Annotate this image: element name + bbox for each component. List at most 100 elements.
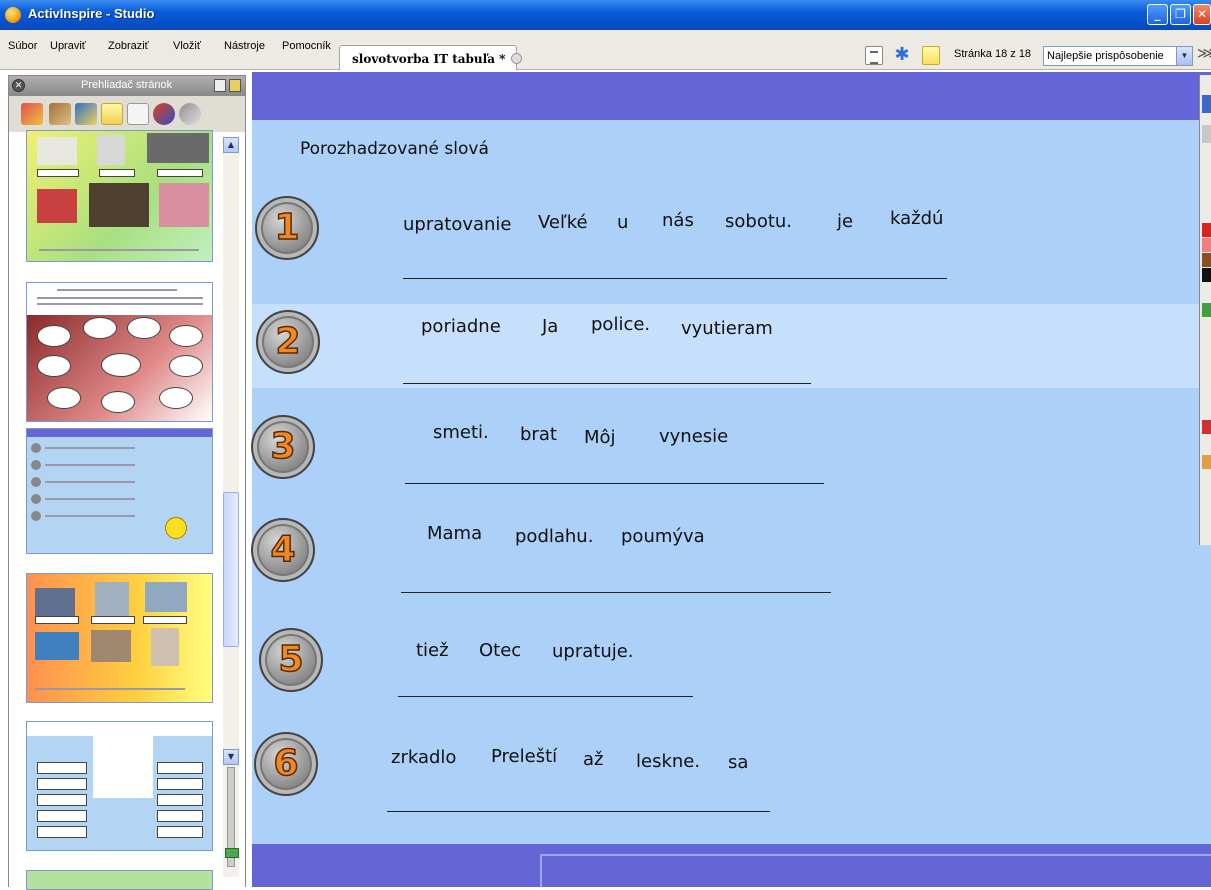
word-tile[interactable]: poriadne <box>421 316 501 337</box>
page-browser-tab-icon[interactable] <box>21 103 43 125</box>
menu-nastroje[interactable]: Nástroje <box>224 40 265 52</box>
thumbnail-zoom-slider[interactable] <box>225 767 239 867</box>
collapse-toolbar-icon[interactable]: ⋙ <box>1197 44 1211 62</box>
notebook-tab-icon[interactable] <box>75 103 97 125</box>
notes-browser-tab-icon[interactable] <box>101 103 123 125</box>
page-thumbnail[interactable] <box>26 282 213 422</box>
answer-line[interactable] <box>405 483 824 484</box>
number-badge[interactable]: 4 <box>251 518 315 582</box>
toolbar-tool-icon[interactable] <box>1202 125 1211 143</box>
snowflake-icon[interactable]: ✱ <box>893 46 911 65</box>
answer-line[interactable] <box>403 383 811 384</box>
number-badge[interactable]: 3 <box>251 415 315 479</box>
badge-number: 4 <box>270 528 297 571</box>
voting-browser-tab-icon[interactable] <box>179 103 201 125</box>
toolbar-tool-icon[interactable] <box>1202 95 1211 113</box>
document-tab-label: slovotvorba IT tabuľa * <box>352 52 506 66</box>
pin-icon[interactable] <box>229 79 241 92</box>
word-tile[interactable]: Ja <box>542 316 558 337</box>
close-button[interactable]: ✕ <box>1193 4 1211 25</box>
word-tile[interactable]: upratuje. <box>552 641 634 662</box>
color-swatch[interactable] <box>1202 268 1211 282</box>
menu-pomocnik[interactable]: Pomocník <box>282 40 331 52</box>
word-tile[interactable]: až <box>583 749 603 770</box>
number-badge[interactable]: 1 <box>255 196 319 260</box>
word-tile[interactable]: tiež <box>416 640 449 661</box>
word-tile[interactable]: poumýva <box>621 526 705 547</box>
maximize-button[interactable]: ❐ <box>1170 4 1191 25</box>
page-heading: Porozhadzované slová <box>300 139 489 159</box>
word-tile[interactable]: sobotu. <box>725 211 792 232</box>
zoom-select[interactable]: Najlepšie prispôsobenie ▼ <box>1043 46 1193 66</box>
thumb-box <box>37 169 79 177</box>
word-tile[interactable]: vynesie <box>659 426 728 447</box>
thumb-box <box>99 169 135 177</box>
page-thumbnail[interactable] <box>26 573 213 703</box>
thumb-wordlist <box>93 736 153 798</box>
resource-browser-tab-icon[interactable] <box>49 103 71 125</box>
word-tile[interactable]: každú <box>890 208 943 229</box>
color-swatch[interactable] <box>1202 303 1211 317</box>
color-swatch[interactable] <box>1202 253 1211 267</box>
thumb-band <box>27 429 212 437</box>
answer-line[interactable] <box>403 278 947 279</box>
word-tile[interactable]: Preleští <box>491 746 557 767</box>
chevron-down-icon[interactable]: ▼ <box>1176 47 1192 65</box>
menu-subor[interactable]: Súbor <box>8 40 37 52</box>
action-browser-tab-icon[interactable] <box>153 103 175 125</box>
thumb-diagram <box>27 315 212 421</box>
page-thumbnail[interactable] <box>26 130 213 262</box>
word-tile[interactable]: Mama <box>427 523 482 544</box>
number-badge[interactable]: 6 <box>254 732 318 796</box>
word-tile[interactable]: je <box>837 211 853 232</box>
word-tile[interactable]: u <box>617 212 628 233</box>
menu-zobrazit[interactable]: Zobraziť <box>108 40 149 52</box>
menu-vlozit[interactable]: Vložiť <box>173 40 201 52</box>
thumb-badge <box>31 460 41 470</box>
answer-line[interactable] <box>398 696 693 697</box>
color-swatch[interactable] <box>1202 238 1211 252</box>
thumb-box <box>157 810 203 822</box>
word-tile[interactable]: podlahu. <box>515 526 593 547</box>
number-badge[interactable]: 2 <box>256 310 320 374</box>
thumb-box <box>37 762 87 774</box>
menu-upravit[interactable]: Upraviť <box>50 40 86 52</box>
toolbar-tool-icon[interactable] <box>1202 420 1211 434</box>
word-tile[interactable]: Môj <box>584 427 616 448</box>
word-tile[interactable]: Otec <box>479 640 521 661</box>
scroll-up-icon[interactable]: ▲ <box>223 137 239 153</box>
color-swatch[interactable] <box>1202 223 1211 237</box>
word-tile[interactable]: Veľké <box>538 212 588 233</box>
word-tile[interactable]: upratovanie <box>403 214 512 235</box>
document-tab[interactable]: slovotvorba IT tabuľa * <box>339 45 523 70</box>
close-icon[interactable]: ✕ <box>12 79 25 92</box>
tab-close-icon[interactable] <box>511 53 523 64</box>
slider-handle[interactable] <box>225 848 239 858</box>
page-thumbnail[interactable] <box>26 721 213 851</box>
main-toolbar <box>1199 75 1211 545</box>
word-tile[interactable]: brat <box>520 424 557 445</box>
page-thumbnail[interactable] <box>26 428 213 554</box>
scroll-thumb[interactable] <box>223 492 239 647</box>
toolbar-tool-icon[interactable] <box>1202 455 1211 469</box>
word-tile[interactable]: nás <box>662 210 694 231</box>
page-view-icon[interactable] <box>865 46 883 65</box>
number-badge[interactable]: 5 <box>259 628 323 692</box>
flipchart-page[interactable]: Porozhadzované slová 1 upratovanie Veľké… <box>251 72 1211 887</box>
word-tile[interactable]: smeti. <box>433 422 489 443</box>
notes-icon[interactable] <box>922 46 940 65</box>
word-tile[interactable]: leskne. <box>636 751 700 772</box>
property-browser-tab-icon[interactable] <box>127 103 149 125</box>
thumbnail-scrollbar[interactable]: ▲ ▼ <box>223 137 239 877</box>
word-tile[interactable]: zrkadlo <box>391 747 456 768</box>
minimize-button[interactable]: _ <box>1147 4 1168 25</box>
word-tile[interactable]: sa <box>728 752 748 773</box>
thumb-badge <box>31 443 41 453</box>
word-tile[interactable]: vyutieram <box>681 318 773 339</box>
scroll-down-icon[interactable]: ▼ <box>223 749 239 765</box>
panel-menu-icon[interactable] <box>214 79 226 92</box>
page-thumbnail[interactable] <box>26 870 213 890</box>
answer-line[interactable] <box>401 592 831 593</box>
word-tile[interactable]: police. <box>591 314 650 335</box>
answer-line[interactable] <box>387 811 770 812</box>
